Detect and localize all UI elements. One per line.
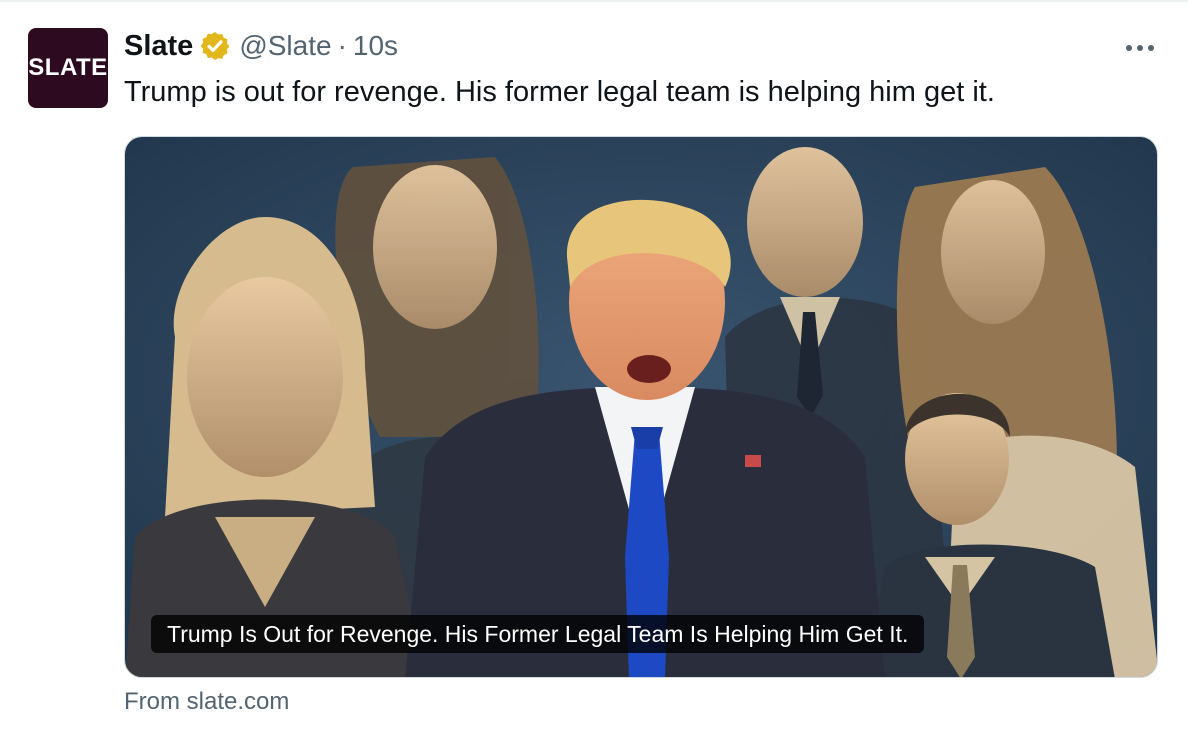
author-name[interactable]: Slate — [124, 30, 193, 63]
more-options-icon[interactable] — [1122, 34, 1158, 62]
author-handle[interactable]: @Slate — [239, 30, 331, 62]
timestamp[interactable]: 10s — [353, 30, 398, 62]
verified-badge-icon[interactable] — [199, 30, 231, 62]
avatar[interactable]: SLATE — [28, 28, 108, 108]
tweet-text: Trump is out for revenge. His former leg… — [124, 76, 995, 108]
avatar-logo-text: SLATE — [28, 54, 108, 81]
separator-dot: · — [337, 30, 347, 61]
link-card[interactable]: Trump Is Out for Revenge. His Former Leg… — [124, 136, 1158, 678]
card-source-link[interactable]: From slate.com — [124, 688, 289, 716]
card-image — [125, 137, 1157, 677]
tweet-header: Slate @Slate · 10s — [124, 26, 398, 66]
top-divider — [0, 0, 1188, 2]
card-headline: Trump Is Out for Revenge. His Former Leg… — [151, 615, 925, 653]
